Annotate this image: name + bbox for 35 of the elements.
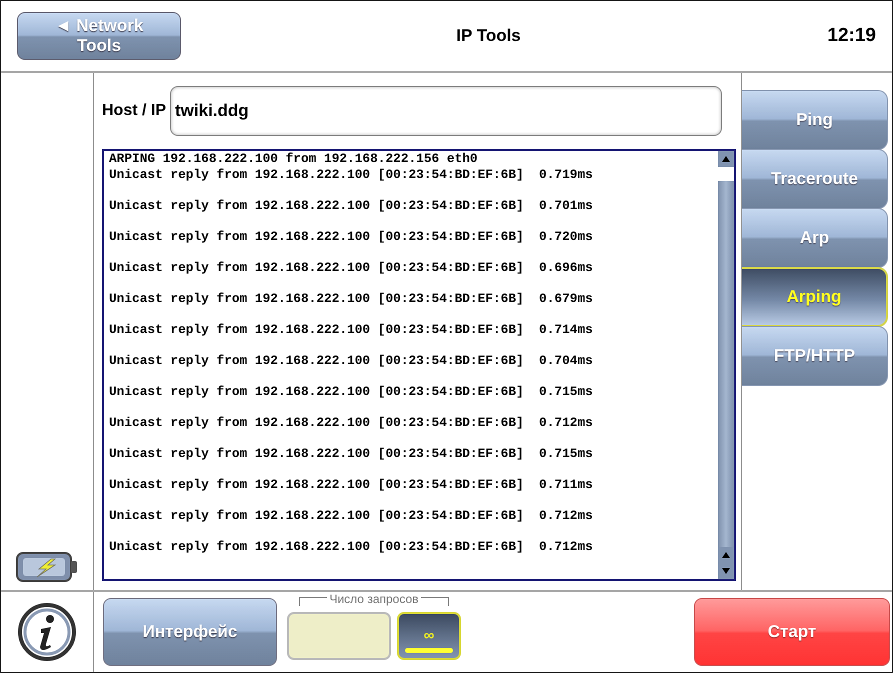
tool-tab[interactable]: FTP/HTTP [742, 326, 888, 386]
scrollbar[interactable] [718, 151, 734, 579]
log-line: ARPING 192.168.222.100 from 192.168.222.156 eth0 [109, 151, 479, 166]
log-line: Unicast reply from 192.168.222.100 [00:23:54:BD:EF:6B] 0.704ms [109, 352, 594, 368]
host-label: Host / IP [102, 102, 166, 120]
battery-charging-icon [15, 550, 79, 584]
info-icon[interactable] [17, 602, 77, 662]
clock: 12:19 [826, 25, 876, 47]
log-line: Unicast reply from 192.168.222.100 [00:23:54:BD:EF:6B] 0.720ms [109, 228, 594, 244]
log-line: Unicast reply from 192.168.222.100 [00:23:54:BD:EF:6B] 0.712ms [109, 414, 594, 430]
log-line: Unicast reply from 192.168.222.100 [00:23:54:BD:EF:6B] 0.719ms [109, 166, 594, 182]
scroll-up-icon[interactable] [718, 151, 734, 167]
window-title: IP Tools [455, 26, 522, 46]
back-button[interactable]: ◄ Network Tools [17, 12, 181, 60]
count-option[interactable]: ∞ [397, 612, 461, 660]
scroll-thumb[interactable] [718, 167, 734, 181]
log-line: Unicast reply from 192.168.222.100 [00:23:54:BD:EF:6B] 0.715ms [109, 384, 594, 399]
log-line: Unicast reply from 192.168.222.100 [00:23:54:BD:EF:6B] 0.712ms [109, 538, 594, 554]
log-line: Unicast reply from 192.168.222.100 [00:23:54:BD:EF:6B] 0.714ms [109, 322, 594, 337]
host-input-field[interactable]: twiki.ddg [170, 86, 722, 136]
log-line: Unicast reply from 192.168.222.100 [00:23:54:BD:EF:6B] 0.679ms [109, 290, 594, 306]
tool-tab[interactable]: Traceroute [742, 149, 888, 209]
start-button[interactable]: Старт [694, 598, 890, 666]
tool-tab[interactable]: Ping [742, 90, 888, 150]
tool-tab[interactable]: Arp [742, 208, 888, 268]
log-line: Unicast reply from 192.168.222.100 [00:23:54:BD:EF:6B] 0.712ms [109, 508, 594, 523]
interface-button[interactable]: Интерфейс [103, 598, 277, 666]
log-line: Unicast reply from 192.168.222.100 [00:23:54:BD:EF:6B] 0.696ms [109, 260, 594, 275]
log-line: Unicast reply from 192.168.222.100 [00:23:54:BD:EF:6B] 0.711ms [109, 476, 594, 492]
scroll-down-icon[interactable] [718, 563, 734, 579]
log-line: Unicast reply from 192.168.222.100 [00:23:54:BD:EF:6B] 0.715ms [109, 446, 594, 461]
tool-tab[interactable]: Arping [742, 267, 888, 327]
log-line: Unicast reply from 192.168.222.100 [00:23:54:BD:EF:6B] 0.701ms [109, 198, 594, 213]
request-count-label: Число запросов [327, 592, 421, 606]
scroll-up-icon[interactable] [718, 547, 734, 563]
